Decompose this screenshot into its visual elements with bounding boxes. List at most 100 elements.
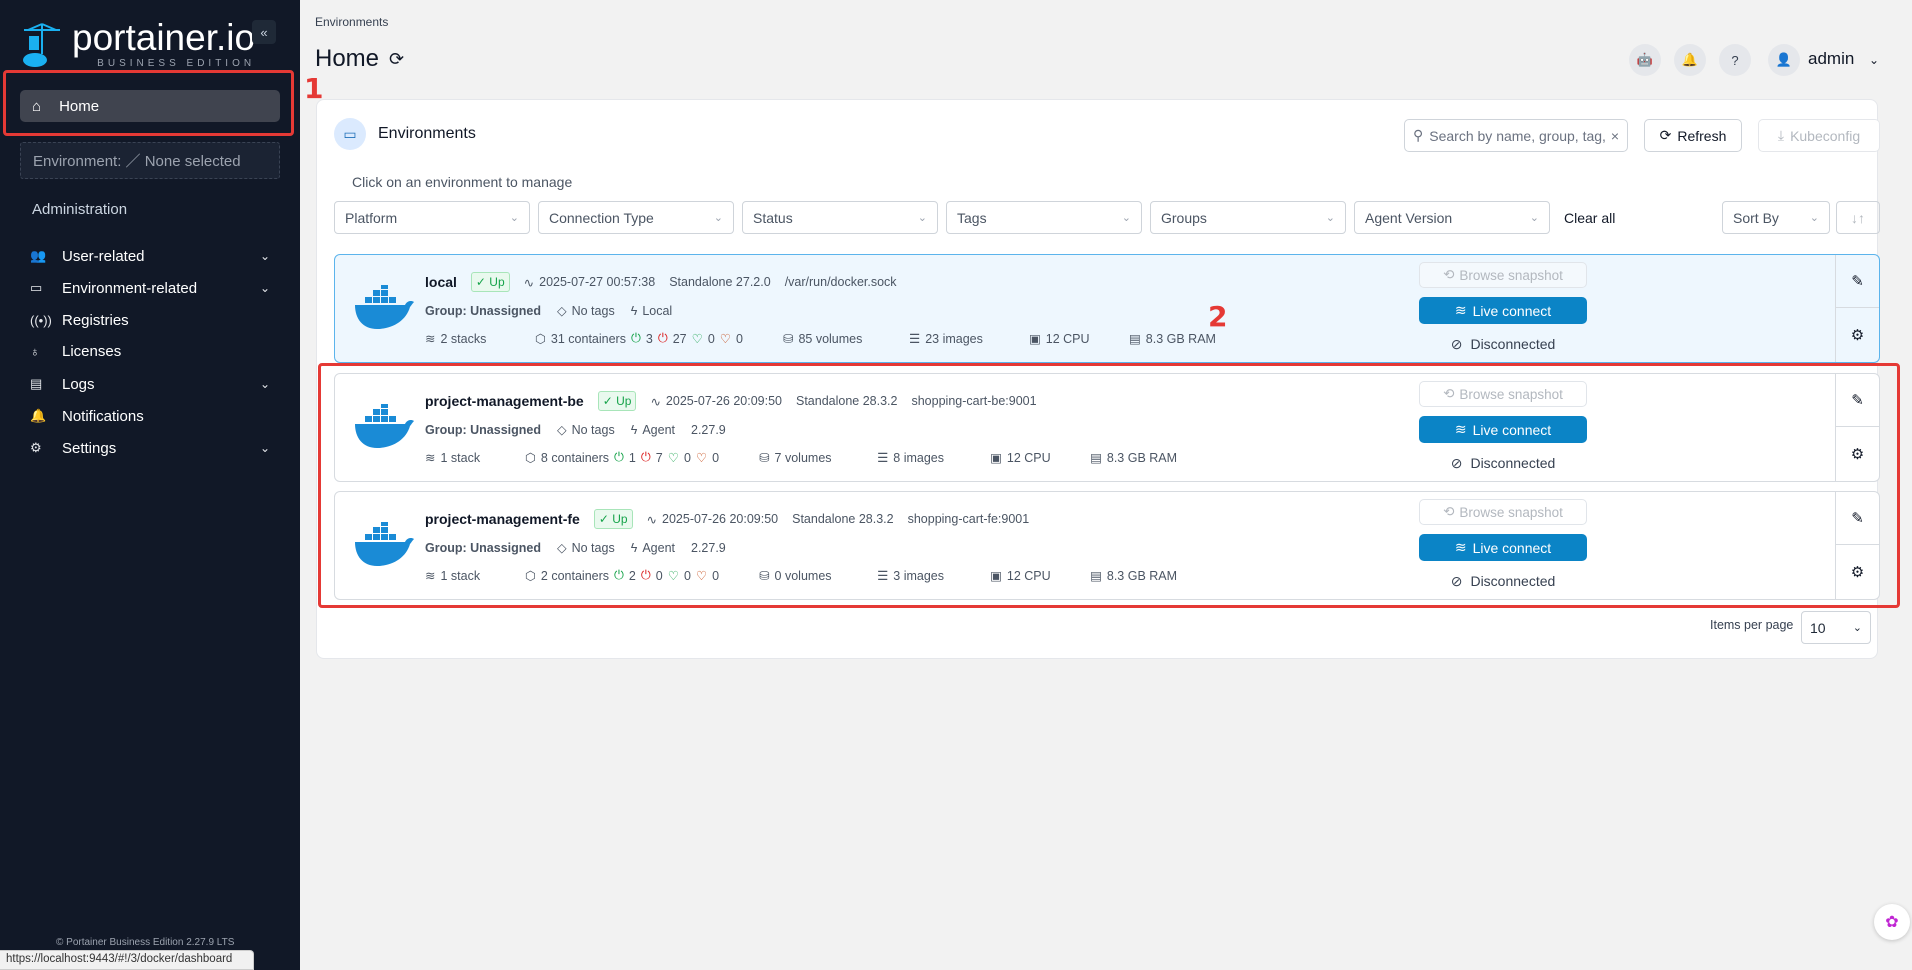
clear-search-icon[interactable]: × (1611, 128, 1619, 144)
volumes-icon: ⛁ (782, 332, 794, 346)
sort-direction-button[interactable]: ↓↑ (1836, 201, 1880, 234)
browse-snapshot-button[interactable]: ⟲ Browse snapshot (1419, 262, 1587, 288)
refresh-icon[interactable]: ⟳ (389, 49, 404, 70)
environment-settings-button[interactable]: ⚙ (1836, 308, 1879, 361)
environment-card[interactable]: local ✓ Up ∿ 2025-07-27 00:57:38 Standalone … (334, 254, 1880, 363)
sidebar-item-label: User-related (62, 247, 145, 265)
chevron-down-icon: ⌄ (1529, 212, 1539, 224)
history-icon: ⟲ (1443, 267, 1455, 282)
connection-status: ⊘ Disconnected (1450, 335, 1556, 353)
clear-all-button[interactable]: Clear all (1564, 210, 1615, 226)
refresh-icon: ⟳ (1659, 127, 1672, 143)
sidebar-item-settings[interactable]: ⚙ Settings ⌄ (30, 435, 270, 461)
collapse-sidebar-button[interactable]: « (252, 20, 276, 44)
refresh-button[interactable]: ⟳ Refresh (1644, 119, 1742, 152)
ai-brain-button[interactable]: ✿ (1874, 904, 1910, 940)
chevron-down-icon: ⌄ (259, 441, 270, 455)
status-badge: ✓ Up (470, 272, 510, 292)
stopped-icon: ⏻ (657, 331, 668, 345)
heartbeat-icon: ∿ (523, 275, 535, 290)
sidebar-item-logs[interactable]: ▤ Logs ⌄ (30, 371, 270, 397)
cpu-icon: ▣ (1028, 332, 1041, 346)
download-icon: ⤓ (1777, 127, 1785, 143)
search-input[interactable]: ⚲Search by name, group, tag, status, URL… (1404, 119, 1628, 152)
kubeconfig-button[interactable]: ⤓ Kubeconfig (1758, 119, 1880, 152)
live-connect-button[interactable]: ≋ Live connect (1419, 297, 1587, 324)
images-icon: ☰ (908, 332, 921, 346)
ai-assistant-button[interactable]: 🤖 (1629, 44, 1661, 76)
memory-icon: ▤ (1128, 332, 1141, 346)
sidebar-item-registries[interactable]: ((•)) Registries (30, 307, 270, 333)
filter-tags[interactable]: Tags ⌄ (946, 201, 1142, 234)
administration-heading: Administration (32, 201, 128, 218)
file-icon: ▤ (30, 376, 43, 391)
page-title: Home ⟳ (315, 45, 405, 72)
edit-environment-button[interactable]: ✎ (1836, 255, 1879, 308)
healthy-icon: ♡ (691, 332, 703, 346)
crane-icon (23, 22, 60, 67)
hint-text: Click on an environment to manage (352, 174, 573, 190)
breadcrumb[interactable]: Environments (315, 15, 388, 29)
footer-version: © Portainer Business Edition 2.27.9 LTS (56, 937, 235, 948)
help-button[interactable]: ? (1719, 44, 1751, 76)
filter-groups[interactable]: Groups ⌄ (1150, 201, 1346, 234)
environment-selector[interactable]: Environment: ／ None selected (20, 142, 280, 179)
hdd-icon: ▭ (30, 280, 43, 295)
panel-title: Environments (378, 125, 476, 142)
sidebar-item-environment-related[interactable]: ▭ Environment-related ⌄ (30, 275, 270, 301)
annotation-label-1: 1 (304, 72, 324, 105)
sidebar-item-notifications[interactable]: 🔔 Notifications (30, 403, 270, 429)
container-icon: ⬡ (535, 332, 546, 346)
sidebar-item-label: Licenses (62, 342, 122, 360)
sidebar-item-licenses[interactable]: ♁ Licenses (30, 338, 270, 364)
annotation-label-2: 2 (1208, 300, 1228, 333)
user-menu[interactable]: admin ⌄ (1808, 49, 1879, 69)
user-icon[interactable]: 👤 (1768, 44, 1800, 76)
items-per-page-label: Items per page (1710, 618, 1794, 632)
running-icon: ⏻ (630, 331, 641, 345)
brand-edition: BUSINESS EDITION (97, 58, 256, 69)
chevron-down-icon: ⌄ (259, 281, 270, 295)
stacks-icon: ≋ (425, 332, 436, 346)
sidebar-item-user-related[interactable]: 👥 User-related ⌄ (30, 243, 270, 269)
brand-name: portainer.io (72, 17, 256, 58)
annotation-box-2 (318, 363, 1900, 608)
environment-url: /var/run/docker.sock (784, 275, 897, 289)
bolt-icon: ϟ (630, 303, 638, 318)
search-icon: ⚲ (1413, 127, 1424, 143)
sort-by-select[interactable]: Sort By ⌄ (1722, 201, 1830, 234)
environment-name: local (425, 274, 457, 290)
sidebar-item-label: Logs (62, 375, 95, 393)
award-icon: ♁ (30, 343, 40, 359)
engine-version: Standalone 27.2.0 (669, 275, 771, 289)
unhealthy-icon: ♡ (719, 332, 732, 346)
sidebar-item-label: Notifications (62, 407, 144, 425)
group-label: Group: Unassigned (425, 303, 541, 318)
last-checkin: 2025-07-27 00:57:38 (539, 275, 656, 289)
chevron-down-icon: ⌄ (1852, 622, 1862, 634)
status-bar-url: https://localhost:9443/#!/3/docker/dashb… (0, 950, 254, 970)
items-per-page-select[interactable]: 10 ⌄ (1801, 611, 1871, 644)
filter-platform[interactable]: Platform ⌄ (334, 201, 530, 234)
users-icon: 👥 (30, 248, 47, 263)
filter-status[interactable]: Status ⌄ (742, 201, 938, 234)
chevron-down-icon: ⌄ (917, 212, 927, 224)
sidebar: portainer.io BUSINESS EDITION « ⌂ Home Env… (0, 0, 300, 970)
portainer-logo[interactable]: portainer.io BUSINESS EDITION (20, 17, 256, 69)
docker-icon (355, 285, 414, 329)
annotation-box-1 (3, 70, 294, 136)
sidebar-item-label: Registries (62, 311, 129, 329)
containers-stat: ⬡ 31 containers ⏻ 3 ⏻ 27 ♡ 0 ♡ 0 (535, 331, 743, 346)
chevron-down-icon: ⌄ (1121, 212, 1131, 224)
chevron-down-icon: ⌄ (1325, 212, 1335, 224)
filter-agent-version[interactable]: Agent Version ⌄ (1354, 201, 1550, 234)
bell-icon: 🔔 (30, 408, 47, 423)
chevron-down-icon: ⌄ (259, 249, 270, 263)
filter-connection-type[interactable]: Connection Type ⌄ (538, 201, 734, 234)
sidebar-item-label: Settings (62, 439, 117, 457)
gear-icon: ⚙ (30, 440, 42, 455)
chevron-down-icon: ⌄ (713, 212, 723, 224)
notifications-button[interactable]: 🔔 (1674, 44, 1706, 76)
chevron-down-icon: ⌄ (1809, 212, 1819, 224)
chevron-down-icon: ⌄ (259, 377, 270, 391)
